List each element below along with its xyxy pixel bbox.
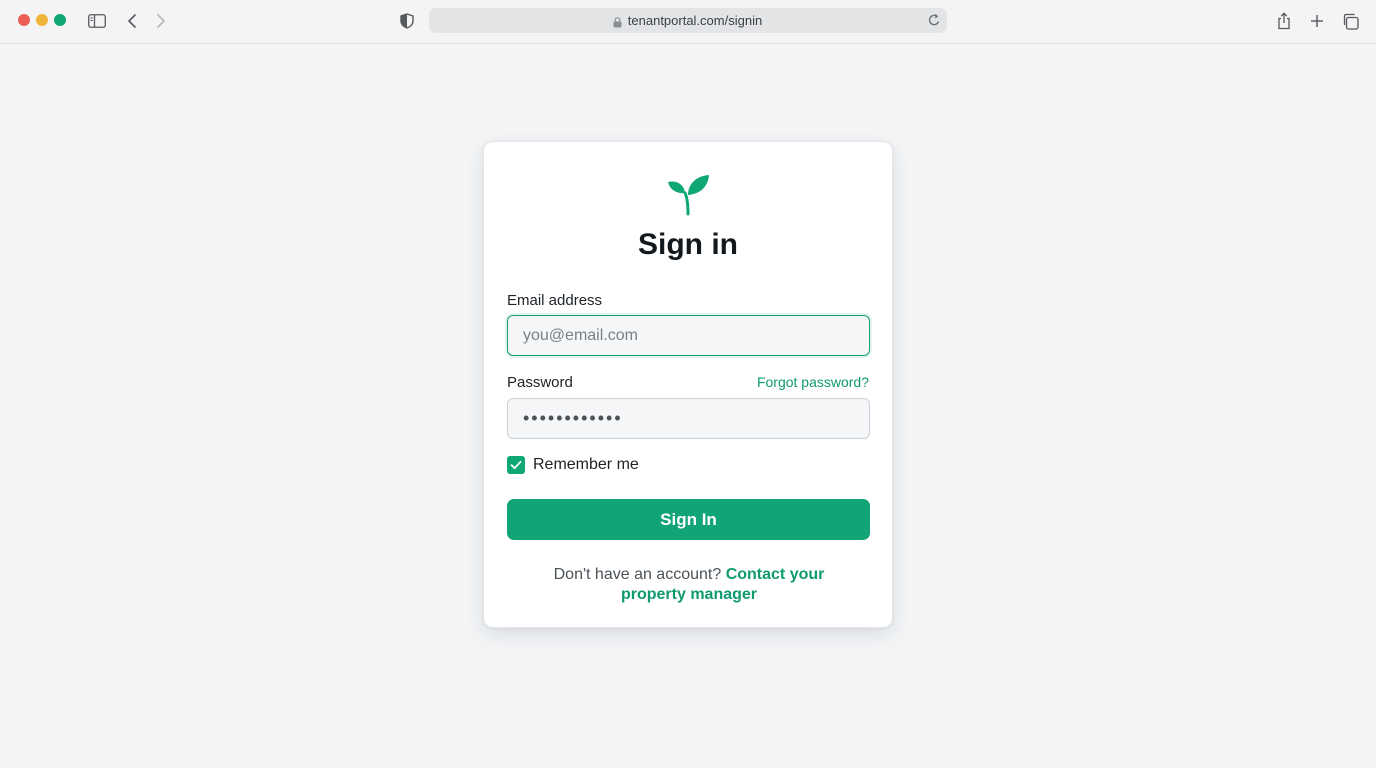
email-field[interactable] bbox=[507, 315, 870, 356]
share-icon[interactable] bbox=[1273, 10, 1295, 32]
url-text: tenantportal.com/signin bbox=[627, 13, 763, 28]
sprout-icon bbox=[666, 172, 712, 216]
lock-icon bbox=[613, 15, 622, 33]
page-title: Sign in bbox=[638, 228, 738, 261]
close-window-button[interactable] bbox=[18, 14, 30, 26]
remember-me-row[interactable]: Remember me bbox=[507, 456, 639, 474]
new-tab-icon[interactable] bbox=[1306, 10, 1328, 32]
sign-in-button[interactable]: Sign In bbox=[507, 499, 870, 540]
forward-icon[interactable] bbox=[150, 10, 172, 32]
sidebar-icon[interactable] bbox=[86, 10, 108, 32]
shield-icon[interactable] bbox=[396, 10, 418, 32]
reload-icon[interactable] bbox=[927, 12, 941, 33]
remember-me-checkbox[interactable] bbox=[507, 456, 525, 474]
minimize-window-button[interactable] bbox=[36, 14, 48, 26]
password-field[interactable] bbox=[507, 398, 870, 439]
page-background: Sign in Email address Password Forgot pa… bbox=[0, 45, 1376, 768]
footer-prompt: Don't have an account? bbox=[553, 566, 726, 583]
signin-card: Sign in Email address Password Forgot pa… bbox=[483, 141, 893, 628]
browser-toolbar: tenantportal.com/signin bbox=[0, 0, 1376, 44]
address-bar[interactable]: tenantportal.com/signin bbox=[429, 8, 947, 33]
forgot-password-link[interactable]: Forgot password? bbox=[757, 374, 869, 390]
checkmark-icon bbox=[510, 460, 522, 470]
tabs-overview-icon[interactable] bbox=[1339, 10, 1361, 32]
zoom-window-button[interactable] bbox=[54, 14, 66, 26]
footer-text: Don't have an account? Contact your prop… bbox=[539, 565, 839, 605]
password-label: Password bbox=[507, 374, 573, 391]
email-label: Email address bbox=[507, 292, 603, 309]
remember-me-label: Remember me bbox=[533, 456, 639, 473]
back-icon[interactable] bbox=[121, 10, 143, 32]
